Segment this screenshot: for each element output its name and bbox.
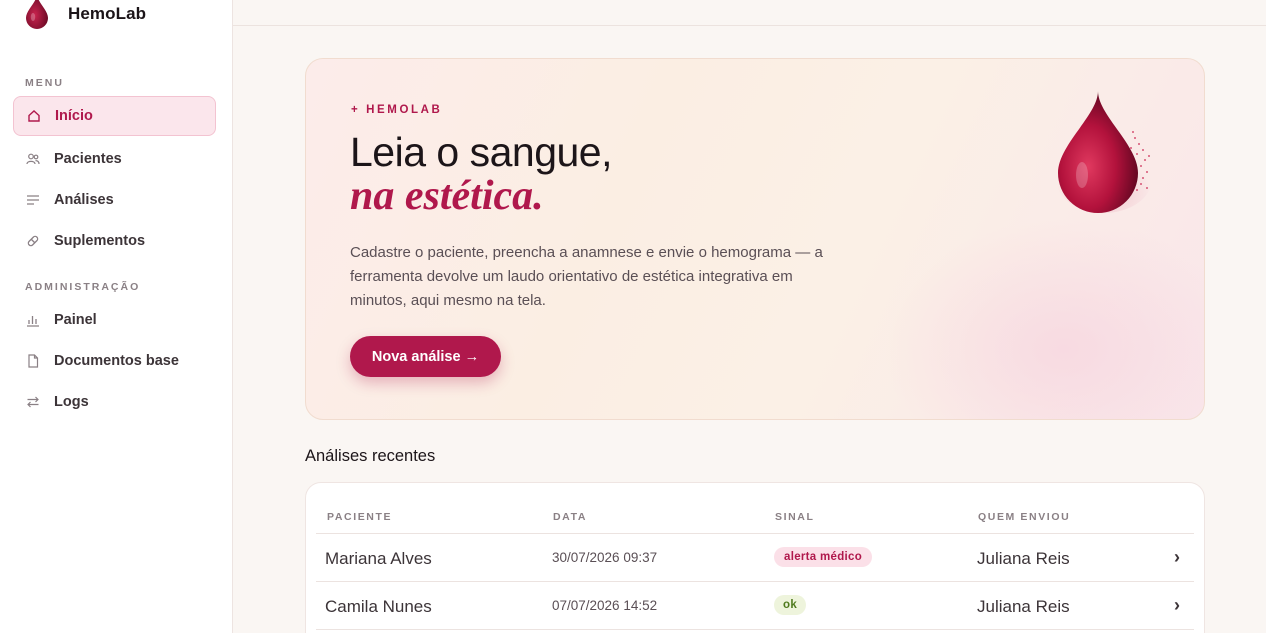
chevron-right-icon[interactable]: ›	[1174, 595, 1180, 616]
row-paciente: Mariana Alves	[325, 549, 432, 568]
column-header-data: DATA	[553, 511, 588, 523]
column-header-sinal: SINAL	[775, 511, 815, 523]
sidebar-item-label: Análises	[54, 192, 114, 208]
sidebar-item-label: Documentos base	[54, 353, 179, 369]
column-header-quem-enviou: QUEM ENVIOU	[978, 511, 1071, 523]
recent-analyses-table: PACIENTE DATA SINAL QUEM ENVIOU Mariana …	[305, 482, 1205, 633]
sidebar-item-pacientes[interactable]: Pacientes	[13, 139, 216, 179]
header-divider	[316, 533, 1194, 534]
bar-chart-icon	[26, 313, 40, 327]
document-icon	[26, 354, 40, 368]
status-badge: ok	[774, 595, 807, 615]
row-divider	[316, 581, 1194, 582]
list-icon	[26, 193, 40, 207]
status-badge: alerta médico	[774, 547, 873, 567]
top-bar	[233, 0, 1266, 26]
blood-drop-logo-icon	[24, 0, 50, 30]
users-icon	[26, 152, 40, 166]
sidebar-item-painel[interactable]: Painel	[13, 300, 216, 340]
sidebar-item-analises[interactable]: Análises	[13, 180, 216, 220]
sidebar-item-label: Suplementos	[54, 233, 146, 249]
brand[interactable]: HemoLab	[24, 0, 146, 34]
chevron-right-icon[interactable]: ›	[1174, 547, 1180, 568]
row-data: 07/07/2026 14:52	[552, 598, 658, 613]
column-header-paciente: PACIENTE	[327, 511, 393, 523]
sidebar-item-label: Painel	[54, 312, 97, 328]
row-quem-enviou: Juliana Reis	[977, 597, 1070, 616]
sidebar-item-label: Pacientes	[54, 151, 122, 167]
row-data: 30/07/2026 09:37	[552, 550, 658, 565]
sidebar-item-logs[interactable]: Logs	[13, 382, 216, 422]
row-quem-enviou: Juliana Reis	[977, 549, 1070, 568]
hero-description: Cadastre o paciente, preencha a anamnese…	[350, 244, 823, 309]
row-divider	[316, 629, 1194, 630]
sidebar-item-documentos-base[interactable]: Documentos base	[13, 341, 216, 381]
new-analysis-button[interactable]: Nova análise →	[350, 336, 501, 377]
hero-eyebrow: + HEMOLAB	[351, 104, 443, 116]
sidebar-item-inicio[interactable]: Início	[13, 96, 216, 136]
sidebar: HemoLab MENU Início Pacientes Análises S…	[0, 0, 233, 633]
recent-analyses-title: Análises recentes	[305, 447, 436, 465]
hero-card: + HEMOLAB Leia o sangue, na estética. Ca…	[305, 58, 1205, 420]
pill-icon	[26, 234, 40, 248]
sidebar-item-suplementos[interactable]: Suplementos	[13, 221, 216, 261]
home-icon	[27, 109, 41, 123]
menu-section-label: MENU	[25, 77, 64, 89]
swap-icon	[26, 395, 40, 409]
sidebar-item-label: Logs	[54, 394, 89, 410]
hero-title-accent: na estética.	[350, 173, 544, 219]
blood-drop-illustration-icon	[1054, 87, 1154, 215]
sidebar-item-label: Início	[55, 108, 93, 124]
hero-title: Leia o sangue,	[350, 129, 613, 175]
row-paciente: Camila Nunes	[325, 597, 432, 616]
admin-section-label: ADMINISTRAÇÃO	[25, 281, 141, 293]
app-name: HemoLab	[68, 4, 147, 23]
